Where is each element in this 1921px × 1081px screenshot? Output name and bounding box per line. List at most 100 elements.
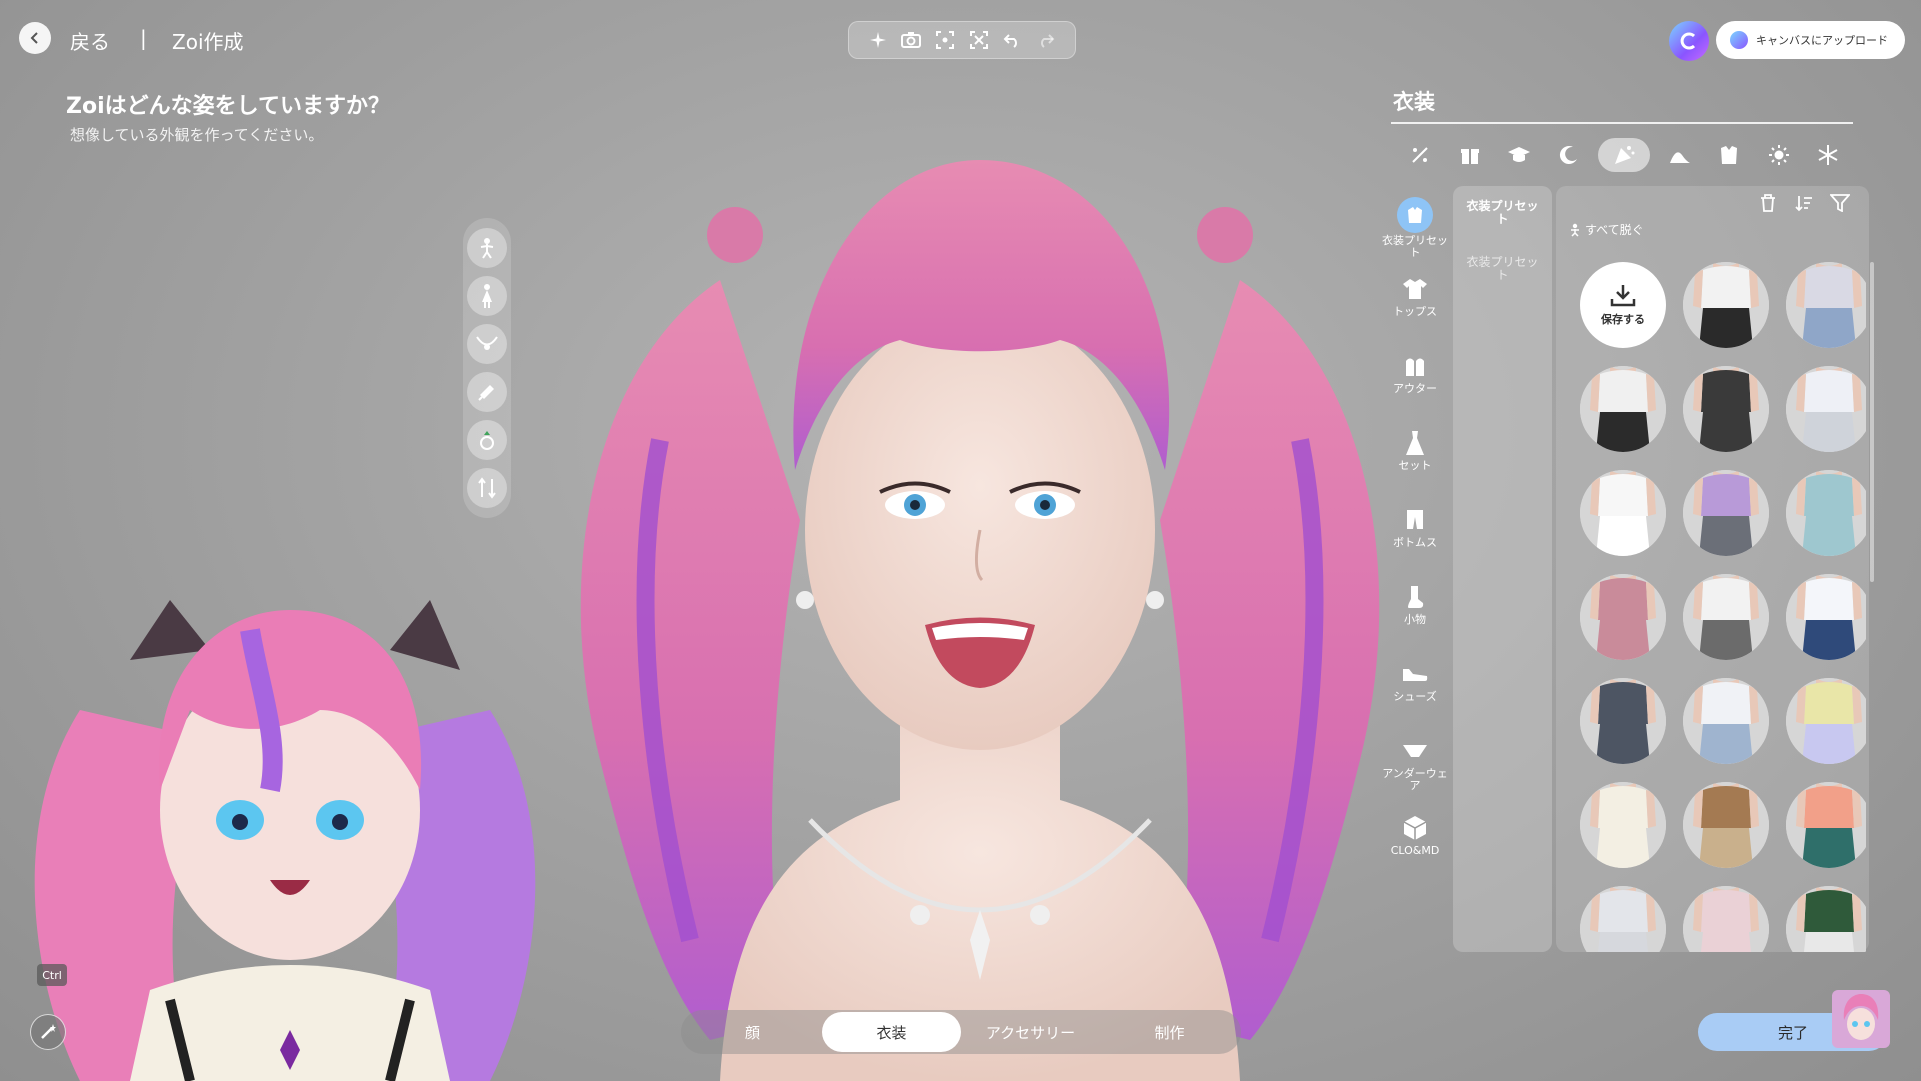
outfit-preset-item[interactable] [1683, 886, 1769, 952]
outfit-preset-item[interactable] [1683, 262, 1769, 348]
outfit-preset-item[interactable] [1786, 366, 1866, 452]
outfit-preset-item[interactable] [1786, 678, 1866, 764]
nav-clo-md[interactable]: CLO&MD [1380, 811, 1450, 888]
undo-icon[interactable] [1000, 28, 1024, 52]
arrows-icon[interactable] [467, 468, 507, 508]
outfit-thumbnail-image [1683, 470, 1769, 556]
fit-icon[interactable] [967, 28, 991, 52]
outfit-preset-item[interactable] [1786, 262, 1866, 348]
outfit-thumbnail-image [1786, 678, 1866, 764]
party-icon[interactable] [1598, 138, 1650, 172]
nav-label: 小物 [1404, 613, 1426, 626]
save-label: 保存する [1601, 313, 1645, 326]
nav-outfit-preset[interactable]: 衣装プリセット [1380, 195, 1450, 272]
nav-tops[interactable]: トップス [1380, 272, 1450, 349]
outfit-preset-item[interactable] [1786, 886, 1866, 952]
nav-label: アウター [1393, 382, 1437, 395]
body-part-toolbar [463, 218, 511, 518]
outfit-preset-item[interactable] [1580, 470, 1666, 556]
hand-icon[interactable] [467, 372, 507, 412]
filter-icon[interactable] [1829, 192, 1851, 214]
outfit-preset-item[interactable] [1683, 574, 1769, 660]
nav-outer[interactable]: アウター [1380, 349, 1450, 426]
outfit-category-bar [1396, 136, 1852, 174]
tshirt-icon [1400, 274, 1430, 304]
nav-underwear[interactable]: アンダーウェア [1380, 734, 1450, 811]
outfit-preset-item[interactable] [1580, 678, 1666, 764]
shoe-icon [1400, 659, 1430, 689]
sort-icon[interactable] [1793, 192, 1815, 214]
nav-set[interactable]: セット [1380, 426, 1450, 503]
nav-label: 衣装プリセット [1382, 234, 1448, 259]
outfit-preset-item[interactable] [1580, 574, 1666, 660]
character-preview[interactable] [540, 140, 1420, 1081]
trash-icon[interactable] [1757, 192, 1779, 214]
outfit-thumbnail-image [1786, 574, 1866, 660]
moon-icon[interactable] [1549, 138, 1589, 172]
panel-title: 衣装 [1393, 90, 1435, 114]
outfit-thumbnail-image [1580, 574, 1666, 660]
nav-shoes[interactable]: シューズ [1380, 657, 1450, 734]
ring-icon[interactable] [467, 420, 507, 460]
panel-divider [1391, 122, 1853, 124]
necklace-icon[interactable] [467, 324, 507, 364]
outfit-preset-item[interactable] [1683, 366, 1769, 452]
outfit-preset-item[interactable] [1580, 886, 1666, 952]
outfit-thumbnail-image [1683, 782, 1769, 868]
subcategory-preset-active[interactable]: 衣装プリセット [1453, 200, 1552, 226]
focus-icon[interactable] [933, 28, 957, 52]
items-scrollbar[interactable] [1870, 262, 1874, 582]
tab-face[interactable]: 顔 [683, 1012, 822, 1052]
camera-icon[interactable] [899, 28, 923, 52]
subcategory-preset[interactable]: 衣装プリセット [1453, 256, 1552, 282]
nav-bottoms[interactable]: ボトムス [1380, 503, 1450, 580]
page-subtext: 想像している外観を作ってください。 [70, 126, 324, 144]
items-toolbar [1757, 192, 1851, 214]
outfit-preset-item[interactable] [1786, 574, 1866, 660]
upload-to-canvas-button[interactable]: キャンバスにアップロード [1716, 21, 1905, 59]
outfit-preset-item[interactable] [1786, 782, 1866, 868]
gift-icon[interactable] [1450, 138, 1490, 172]
wave-icon[interactable] [1660, 138, 1700, 172]
graduation-cap-icon[interactable] [1499, 138, 1539, 172]
page-title: Zoi作成 [172, 30, 244, 54]
nav-label: セット [1398, 459, 1432, 472]
outfit-thumbnail-image [1786, 782, 1866, 868]
outfit-preset-item[interactable] [1580, 782, 1666, 868]
page-question: Zoiはどんな姿をしていますか？ [66, 94, 390, 119]
outfit-preset-item[interactable] [1580, 366, 1666, 452]
user-avatar [1832, 990, 1890, 1048]
back-label[interactable]: 戻る [70, 26, 110, 55]
fashion-icon[interactable] [1709, 138, 1749, 172]
tab-accessory[interactable]: アクセサリー [961, 1012, 1100, 1052]
all-icon[interactable] [1400, 138, 1440, 172]
nav-label: トップス [1393, 305, 1437, 318]
outfit-thumbnail-image [1683, 262, 1769, 348]
outfit-thumbnail-image [1580, 366, 1666, 452]
snowflake-icon[interactable] [1808, 138, 1848, 172]
outfit-preset-item[interactable] [1683, 782, 1769, 868]
outfit-preset-item[interactable] [1683, 470, 1769, 556]
outfit-preset-item[interactable] [1786, 470, 1866, 556]
undress-all-button[interactable]: すべて脱ぐ [1570, 221, 1644, 238]
outfit-side-nav: 衣装プリセット トップス アウター セット ボトムス 小物 シューズ アンダーウ… [1380, 195, 1450, 888]
undress-label: すべて脱ぐ [1585, 223, 1644, 237]
magic-wand-button[interactable] [30, 1014, 66, 1050]
tab-outfit[interactable]: 衣装 [822, 1012, 961, 1052]
tab-create[interactable]: 制作 [1100, 1012, 1239, 1052]
body-pose-icon[interactable] [467, 228, 507, 268]
bottom-tab-bar: 顔 衣装 アクセサリー 制作 [681, 1010, 1241, 1054]
redo-icon[interactable] [1034, 28, 1058, 52]
ctrl-key-hint: Ctrl [37, 964, 67, 986]
sparkle-icon[interactable] [866, 28, 890, 52]
magic-wand-icon [41, 1024, 56, 1039]
nav-small-items[interactable]: 小物 [1380, 580, 1450, 657]
outfit-preset-item[interactable] [1683, 678, 1769, 764]
chevron-left-icon [30, 32, 38, 44]
sun-icon[interactable] [1759, 138, 1799, 172]
save-outfit-button[interactable]: 保存する [1580, 262, 1666, 348]
figure-icon[interactable] [467, 276, 507, 316]
back-button[interactable] [19, 22, 51, 54]
person-icon [1571, 223, 1579, 237]
canvas-logo-icon[interactable] [1669, 21, 1709, 61]
